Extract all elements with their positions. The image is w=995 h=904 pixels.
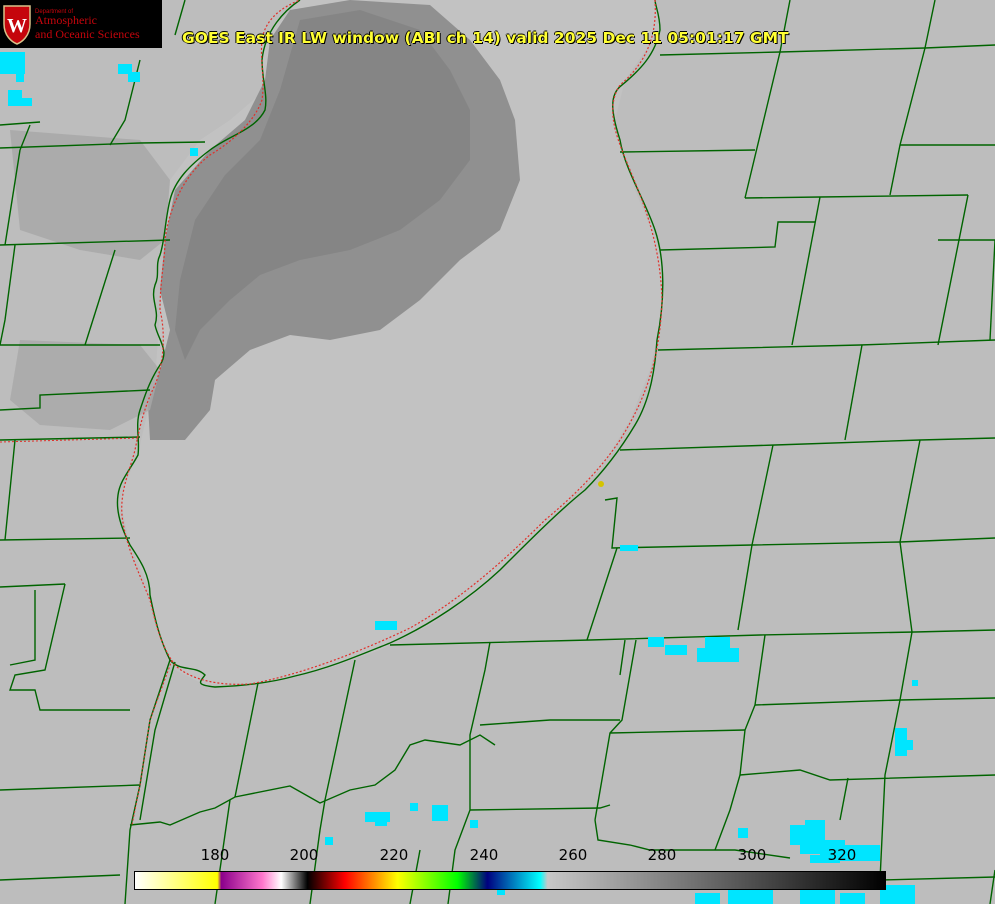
colorbar-tick-label: 320	[827, 846, 857, 864]
temperature-colorbar	[134, 871, 886, 890]
satellite-map-view: W Department of Atmospheric and Oceanic …	[0, 0, 995, 904]
colorbar-tick-label: 280	[647, 846, 677, 864]
colorbar-tick-label: 200	[289, 846, 319, 864]
station-marker	[598, 481, 604, 487]
colorbar-tick-label: 240	[469, 846, 499, 864]
colorbar-tick-label: 260	[558, 846, 588, 864]
logo-name-line1: Atmospheric	[35, 13, 97, 27]
logo-name-line2: and Oceanic Sciences	[35, 27, 140, 41]
uw-crest-icon: W	[3, 5, 31, 45]
colorbar-tick-label: 300	[737, 846, 767, 864]
colorbar-tick-labels: 180 200 220 240 260 280 300 320	[0, 846, 995, 866]
colorbar-tick-label: 220	[379, 846, 409, 864]
uw-aos-logo: W Department of Atmospheric and Oceanic …	[0, 0, 162, 48]
colorbar-tick-label: 180	[200, 846, 230, 864]
image-title: GOES East IR LW window (ABI ch 14) valid…	[182, 29, 789, 47]
ir-satellite-map	[0, 0, 995, 904]
crest-letter: W	[7, 15, 27, 37]
